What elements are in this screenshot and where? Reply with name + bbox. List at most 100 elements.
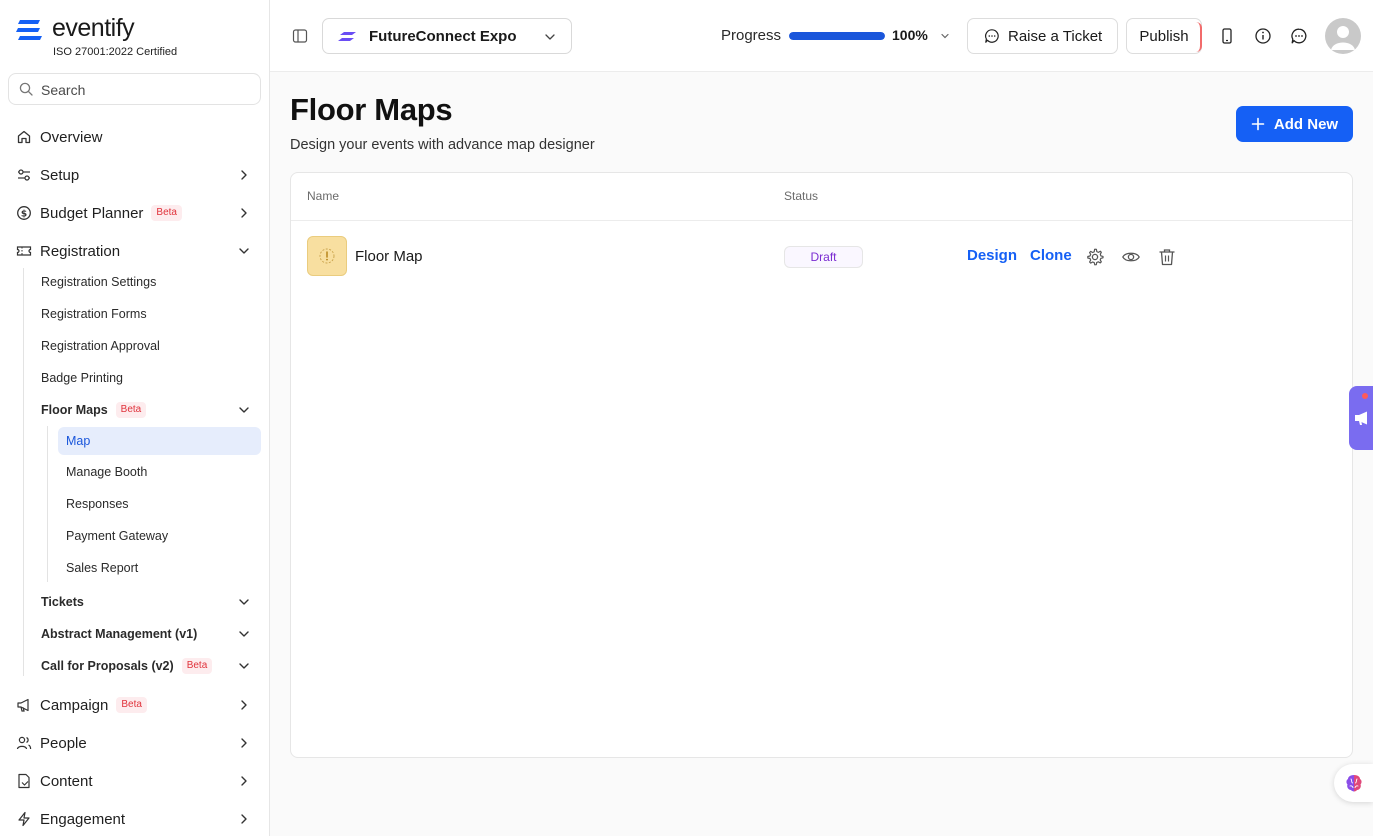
sidebar-subitem-sales-report[interactable]: Sales Report — [58, 554, 261, 582]
raise-ticket-button[interactable]: Raise a Ticket — [967, 18, 1118, 54]
warning-icon — [319, 248, 335, 264]
topbar: FutureConnect Expo Progress 100% Raise a… — [270, 0, 1373, 72]
search-input[interactable] — [41, 80, 251, 100]
raise-ticket-label: Raise a Ticket — [1008, 27, 1103, 45]
trash-icon[interactable] — [1157, 247, 1177, 267]
mobile-icon[interactable] — [1218, 27, 1236, 45]
bolt-icon — [16, 811, 32, 827]
publish-accent — [1196, 22, 1202, 52]
chevron-down-icon — [239, 631, 249, 637]
sidebar-subitem-payment-gateway[interactable]: Payment Gateway — [58, 522, 261, 550]
chevron-right-icon — [241, 208, 247, 218]
sidebar-subitem-floor-maps[interactable]: Floor Maps Beta — [33, 396, 261, 424]
sidebar-item-label: Engagement — [40, 810, 126, 828]
sidebar-toggle-icon[interactable] — [292, 28, 308, 44]
sidebar-subitem-tickets[interactable]: Tickets — [33, 588, 261, 616]
sidebar-item-label: Registration — [40, 242, 121, 260]
beta-badge: Beta — [151, 205, 182, 221]
sidebar-item-setup[interactable]: Setup — [8, 160, 261, 190]
map-name: Floor Map — [355, 248, 423, 265]
page-title: Floor Maps — [290, 92, 453, 127]
beta-badge: Beta — [115, 402, 147, 418]
sidebar-item-label: Content — [40, 772, 93, 790]
sidebar-item-people[interactable]: People — [8, 728, 261, 758]
chevron-down-icon — [239, 663, 249, 669]
chevron-down-icon[interactable] — [939, 30, 951, 42]
chevron-right-icon — [241, 700, 247, 710]
sidebar-subitem-registration-approval[interactable]: Registration Approval — [33, 332, 261, 360]
chevron-down-icon — [239, 248, 249, 254]
status-badge: Draft — [784, 246, 863, 268]
subitem-label: Registration Settings — [41, 275, 157, 289]
add-new-label: Add New — [1273, 115, 1339, 133]
message-icon[interactable] — [1290, 27, 1308, 45]
sidebar-item-label: Overview — [40, 128, 103, 146]
add-new-button[interactable]: Add New — [1236, 106, 1353, 142]
search-icon — [19, 82, 33, 96]
chat-bubble-icon — [984, 28, 1000, 44]
info-icon[interactable] — [1254, 27, 1272, 45]
map-thumbnail[interactable] — [307, 236, 347, 276]
chevron-right-icon — [241, 170, 247, 180]
event-name: FutureConnect Expo — [369, 28, 517, 45]
sidebar-item-label: Budget Planner — [40, 204, 144, 222]
subitem-label: Call for Proposals (v2) — [41, 659, 174, 673]
sidebar-item-budget-planner[interactable]: $ Budget Planner Beta — [8, 198, 261, 228]
sidebar-item-overview[interactable]: Overview — [8, 122, 261, 152]
sidebar-item-label: People — [40, 734, 87, 752]
sidebar-item-campaign[interactable]: Campaign Beta — [8, 690, 261, 720]
search-box[interactable] — [8, 73, 261, 105]
tree-line — [47, 426, 48, 582]
feedback-widget[interactable] — [1349, 386, 1373, 450]
chevron-right-icon — [241, 776, 247, 786]
design-button[interactable]: Design — [967, 247, 1017, 264]
chevron-down-icon — [239, 599, 249, 605]
sidebar-item-engagement[interactable]: Engagement — [8, 804, 261, 834]
sidebar-subitem-map[interactable]: Map — [58, 427, 261, 455]
brand[interactable]: eventify ISO 27001:2022 Certified — [16, 14, 256, 64]
user-icon — [1331, 26, 1355, 50]
progress-bar — [789, 32, 885, 40]
sidebar-subitem-responses[interactable]: Responses — [58, 490, 261, 518]
progress-label: Progress — [721, 27, 782, 44]
avatar[interactable] — [1325, 18, 1361, 54]
sidebar: eventify ISO 27001:2022 Certified Overvi… — [0, 0, 270, 836]
subitem-label: Registration Approval — [41, 339, 160, 353]
sidebar-subitem-badge-printing[interactable]: Badge Printing — [33, 364, 261, 392]
event-selector[interactable]: FutureConnect Expo — [322, 18, 572, 54]
eventify-logo-icon — [16, 20, 42, 40]
sidebar-subitem-registration-forms[interactable]: Registration Forms — [33, 300, 261, 328]
chevron-right-icon — [241, 814, 247, 824]
chevron-down-icon — [239, 407, 249, 413]
megaphone-icon — [16, 697, 32, 713]
event-logo-icon — [338, 32, 356, 41]
dollar-icon: $ — [16, 205, 32, 221]
eye-icon[interactable] — [1121, 247, 1141, 267]
sidebar-item-registration[interactable]: Registration — [8, 236, 261, 266]
sidebar-item-content[interactable]: Content — [8, 766, 261, 796]
chevron-down-icon — [545, 34, 555, 40]
tree-line — [23, 268, 24, 676]
sidebar-subitem-manage-booth[interactable]: Manage Booth — [58, 458, 261, 486]
sidebar-subitem-abstract-management[interactable]: Abstract Management (v1) — [33, 620, 261, 648]
megaphone-icon — [1355, 411, 1367, 425]
floor-maps-table: Name Status Floor Map Draft Design Clone — [290, 172, 1353, 758]
sidebar-item-label: Setup — [40, 166, 80, 184]
publish-button[interactable]: Publish — [1126, 18, 1202, 54]
ai-assistant-button[interactable] — [1334, 764, 1373, 802]
sidebar-item-label: Campaign — [40, 696, 109, 714]
home-icon — [16, 129, 32, 145]
beta-badge: Beta — [181, 658, 213, 674]
certification-label: ISO 27001:2022 Certified — [53, 46, 178, 58]
gear-icon[interactable] — [1085, 247, 1105, 267]
sidebar-subitem-call-for-proposals[interactable]: Call for Proposals (v2) Beta — [33, 652, 261, 680]
publish-label: Publish — [1139, 27, 1189, 45]
subitem-label: Tickets — [41, 595, 84, 609]
notification-dot — [1362, 393, 1368, 399]
sidebar-subitem-registration-settings[interactable]: Registration Settings — [33, 268, 261, 296]
brand-name: eventify — [52, 14, 135, 42]
clone-button[interactable]: Clone — [1030, 247, 1072, 264]
subitem-label: Map — [66, 434, 91, 448]
plus-icon — [1251, 117, 1265, 131]
brain-icon — [1345, 775, 1362, 792]
